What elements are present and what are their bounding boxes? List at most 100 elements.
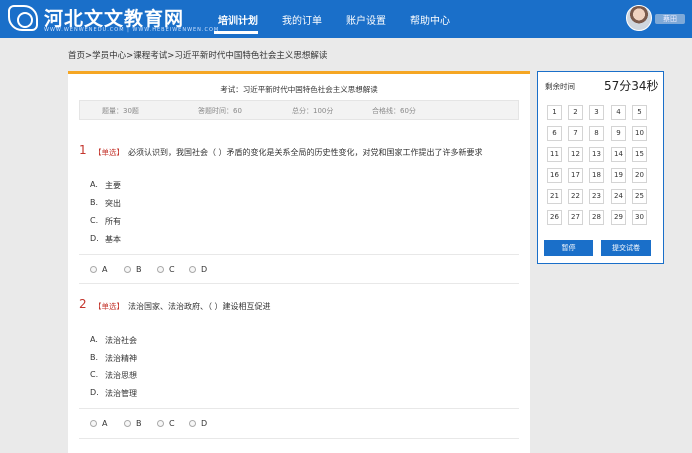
question-divider: [79, 438, 519, 439]
question-nav-cell[interactable]: 27: [568, 210, 583, 225]
choice-b[interactable]: B: [124, 419, 154, 429]
submit-exam-button[interactable]: 提交试卷: [601, 240, 651, 256]
option-letter: B.: [90, 353, 99, 362]
option-text: 法治精神: [105, 354, 137, 363]
question-nav-cell[interactable]: 11: [547, 147, 562, 162]
question-nav-cell[interactable]: 8: [589, 126, 604, 141]
question-text: 必须认识到，我国社会（ ）矛盾的变化是关系全局的历史性变化，对党和国家工作提出了…: [128, 148, 483, 157]
question-type: 【单选】: [94, 148, 124, 157]
question-type: 【单选】: [94, 302, 124, 311]
choice-label[interactable]: C: [169, 419, 175, 428]
question-nav-cell[interactable]: 20: [632, 168, 647, 183]
question-nav-cell[interactable]: 19: [611, 168, 626, 183]
divider: [79, 254, 519, 255]
breadcrumb[interactable]: 首页>学员中心>课程考试>习近平新时代中国特色社会主义思想解读: [68, 49, 327, 61]
option-letter: D.: [90, 388, 99, 397]
question-nav-cell[interactable]: 29: [611, 210, 626, 225]
choice-b[interactable]: B: [124, 265, 154, 275]
radio-icon[interactable]: [189, 266, 196, 273]
option-letter: A.: [90, 180, 98, 189]
option-text: 主要: [105, 181, 121, 190]
info-pass-line: 合格线：60分: [372, 107, 416, 115]
question-nav-cell[interactable]: 9: [611, 126, 626, 141]
option-letter: B.: [90, 198, 99, 207]
choice-a[interactable]: A: [90, 419, 120, 429]
option-text: 法治社会: [105, 336, 137, 345]
countdown-timer: 57分34秒: [604, 79, 659, 93]
choice-c[interactable]: C: [157, 265, 187, 275]
question-nav-cell[interactable]: 7: [568, 126, 583, 141]
avatar[interactable]: [626, 5, 652, 31]
choice-label[interactable]: D: [201, 265, 207, 274]
question-nav-cell[interactable]: 18: [589, 168, 604, 183]
option-letter: C.: [90, 216, 99, 225]
question-number: 2: [79, 297, 87, 311]
nav-active-indicator: [214, 31, 258, 34]
radio-icon[interactable]: [90, 420, 97, 427]
question-nav-cell[interactable]: 5: [632, 105, 647, 120]
question-nav-cell[interactable]: 22: [568, 189, 583, 204]
question-nav-cell[interactable]: 3: [589, 105, 604, 120]
exam-paper: 考试：习近平新时代中国特色社会主义思想解读 题量：30题 答题时间：60 总分：…: [68, 71, 530, 453]
radio-icon[interactable]: [157, 420, 164, 427]
question-nav-cell[interactable]: 15: [632, 147, 647, 162]
option-letter: A.: [90, 335, 98, 344]
radio-icon[interactable]: [124, 266, 131, 273]
info-question-count: 题量：30题: [102, 107, 139, 115]
question-nav-cell[interactable]: 2: [568, 105, 583, 120]
option-text: 基本: [105, 235, 121, 244]
nav-account-settings[interactable]: 账户设置: [346, 12, 386, 27]
option-letter: C.: [90, 370, 99, 379]
nav-help-center[interactable]: 帮助中心: [410, 12, 450, 27]
question-nav-cell[interactable]: 6: [547, 126, 562, 141]
choice-label[interactable]: B: [136, 265, 142, 274]
question-nav-cell[interactable]: 23: [589, 189, 604, 204]
radio-icon[interactable]: [124, 420, 131, 427]
question-divider: [79, 283, 519, 284]
option-text: 所有: [105, 217, 121, 226]
info-total-score: 总分：100分: [292, 107, 334, 115]
question-nav-cell[interactable]: 24: [611, 189, 626, 204]
question-nav-cell[interactable]: 25: [632, 189, 647, 204]
option-text: 法治管理: [105, 389, 137, 398]
question-nav-cell[interactable]: 13: [589, 147, 604, 162]
radio-icon[interactable]: [157, 266, 164, 273]
pause-button[interactable]: 暂停: [544, 240, 593, 256]
question-nav-cell[interactable]: 28: [589, 210, 604, 225]
choice-c[interactable]: C: [157, 419, 187, 429]
username[interactable]: 蔡田: [655, 14, 685, 24]
choice-label[interactable]: D: [201, 419, 207, 428]
question-nav-cell[interactable]: 21: [547, 189, 562, 204]
question-nav-cell[interactable]: 17: [568, 168, 583, 183]
question-nav-cell[interactable]: 26: [547, 210, 562, 225]
question-nav-cell[interactable]: 30: [632, 210, 647, 225]
info-answer-time: 答题时间：60: [198, 107, 242, 115]
question-nav-cell[interactable]: 10: [632, 126, 647, 141]
option-letter: D.: [90, 234, 99, 243]
nav-my-orders[interactable]: 我的订单: [282, 12, 322, 27]
choice-d[interactable]: D: [189, 265, 219, 275]
option-text: 突出: [105, 199, 121, 208]
radio-icon[interactable]: [90, 266, 97, 273]
choice-d[interactable]: D: [189, 419, 219, 429]
choice-label[interactable]: A: [102, 265, 107, 274]
radio-icon[interactable]: [189, 420, 196, 427]
question-nav-cell[interactable]: 12: [568, 147, 583, 162]
remaining-time-label: 剩余时间: [545, 82, 575, 91]
choice-label[interactable]: C: [169, 265, 175, 274]
choice-a[interactable]: A: [90, 265, 120, 275]
logo-icon: [8, 5, 38, 31]
divider: [79, 408, 519, 409]
question-text: 法治国家、法治政府、（ ）建设相互促进: [128, 302, 271, 311]
question-nav-cell[interactable]: 1: [547, 105, 562, 120]
answer-sheet-panel: 剩余时间 57分34秒 1 2 3 4 5 6 7 8 9 10 11 12 13 14 15 16 17 18 1…: [537, 71, 664, 264]
exam-info-bar: 题量：30题 答题时间：60 总分：100分 合格线：60分: [79, 100, 519, 120]
choice-label[interactable]: B: [136, 419, 142, 428]
question-nav-cell[interactable]: 16: [547, 168, 562, 183]
question-nav-cell[interactable]: 14: [611, 147, 626, 162]
nav-training-plan[interactable]: 培训计划: [218, 12, 258, 27]
exam-title: 考试：习近平新时代中国特色社会主义思想解读: [220, 85, 378, 94]
choice-label[interactable]: A: [102, 419, 107, 428]
site-logo[interactable]: 河北文文教育网 WWW.WENWENEDU.COM | WWW.HEBEIWEN…: [8, 3, 218, 35]
question-nav-cell[interactable]: 4: [611, 105, 626, 120]
